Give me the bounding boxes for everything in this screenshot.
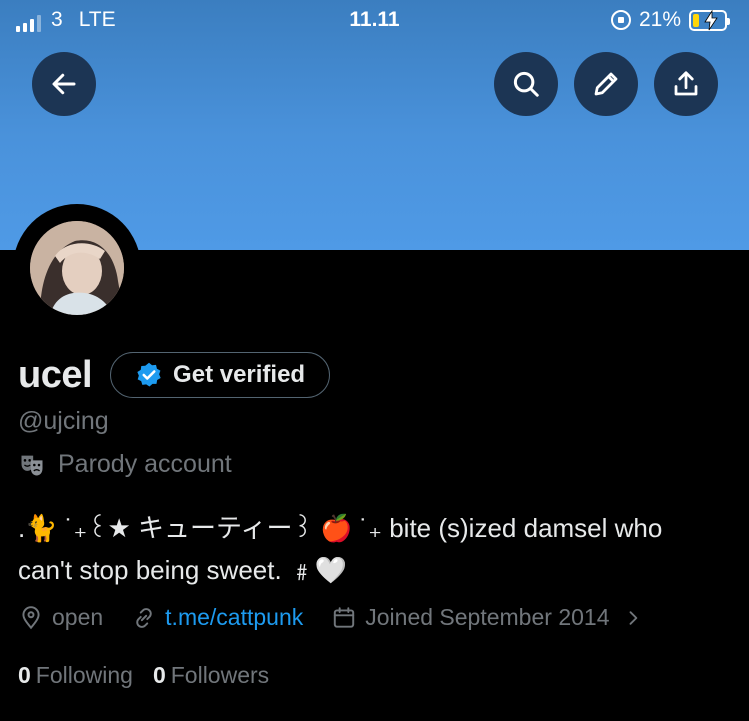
name-row: ucel Get verified [18,352,331,398]
avatar-photo [30,221,124,315]
user-handle: @ujcing [18,407,109,435]
following-label: Following [35,662,133,688]
follow-stats: 0 Following 0 Followers [18,662,269,689]
bio-line: can't stop being sweet. ﹟🤍 [18,555,348,585]
status-bar: 3 LTE 11.11 21% [0,0,749,44]
parody-label-row[interactable]: Parody account [18,450,232,479]
display-name: ucel [18,353,93,396]
profile-meta: open t.me/cattpunk Joined September 2014 [18,604,643,631]
joined-item[interactable]: Joined September 2014 [331,604,609,631]
battery-percent: 21% [638,8,681,31]
link-icon [136,607,152,628]
avatar[interactable] [30,221,124,315]
rotation-lock-icon [610,10,631,30]
battery-icon [689,9,730,31]
share-button[interactable] [654,52,718,116]
search-icon [513,71,539,97]
followers-link[interactable]: 0 Followers [153,662,269,689]
calendar-icon [334,606,355,628]
get-verified-button[interactable]: Get verified [110,352,331,398]
bio-line: .🐈 ˙₊꒰★ キューティー꒱ 🍎 ˙₊ bite (s)ized damsel… [18,513,663,543]
location-item: open [18,604,103,631]
battery-fill [693,13,700,27]
location-pin-icon [22,605,40,629]
followers-count: 0 [152,662,166,688]
get-verified-label: Get verified [173,361,306,388]
status-right: 21% [610,8,730,32]
website-item[interactable]: t.me/cattpunk [131,604,303,631]
website-link[interactable]: t.me/cattpunk [165,604,303,631]
pencil-icon [594,72,618,96]
back-icon [52,73,76,95]
location-text: open [52,604,104,630]
avatar-frame[interactable] [13,204,141,332]
parody-label: Parody account [58,450,232,478]
chevron-right-icon[interactable] [623,608,643,628]
followers-label: Followers [170,662,270,688]
following-count: 0 [18,662,31,688]
following-link[interactable]: 0 Following [18,662,133,689]
verified-badge-icon [137,362,161,387]
share-icon [674,71,698,96]
bio: .🐈 ˙₊꒰★ キューティー꒱ 🍎 ˙₊ bite (s)ized damsel… [18,507,733,591]
charging-bolt-icon [704,9,718,30]
joined-text: Joined September 2014 [365,604,610,630]
edit-button[interactable] [574,52,638,116]
search-button[interactable] [494,52,558,116]
theater-masks-icon [21,455,43,475]
back-button[interactable] [32,52,96,116]
